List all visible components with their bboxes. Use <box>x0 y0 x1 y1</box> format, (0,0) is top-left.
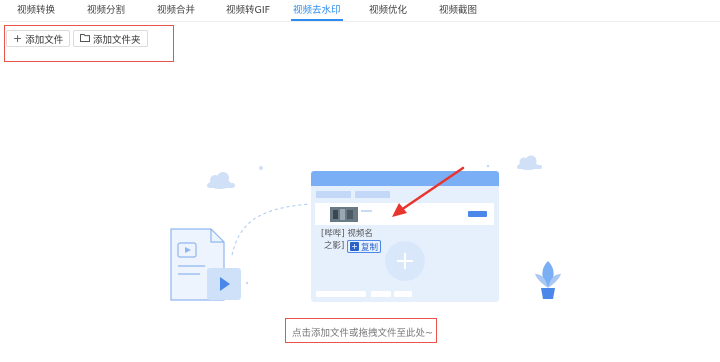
cloud-icon <box>517 155 542 170</box>
plus-icon: + <box>349 242 359 251</box>
drop-zone-illustration[interactable] <box>0 0 720 362</box>
dot-decoration <box>245 281 249 285</box>
cloud-icon <box>207 172 235 189</box>
copy-button[interactable]: + 复制 <box>347 240 381 253</box>
drop-zone-hint[interactable]: 点击添加文件或拖拽文件至此处~ <box>292 325 433 339</box>
document-video-icon <box>170 228 241 301</box>
copy-label: 复制 <box>360 242 378 253</box>
dashed-path <box>231 203 311 256</box>
dot-decoration <box>486 164 490 168</box>
video-item-name-line2: 之影] <box>324 241 345 251</box>
dot-decoration <box>259 166 263 170</box>
video-item-name: [哔哔] 视频名 <box>321 229 373 239</box>
plant-icon <box>535 261 561 299</box>
